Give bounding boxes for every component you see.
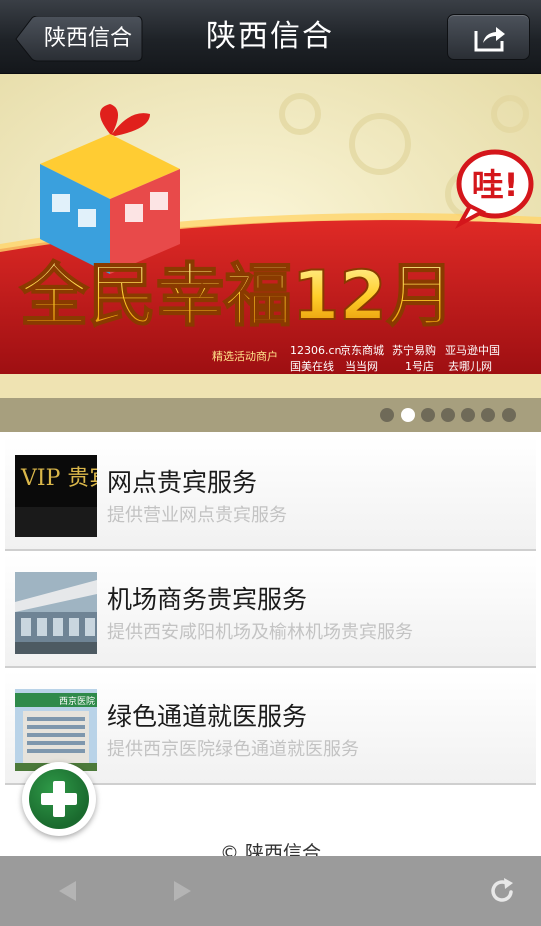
item-title: 网点贵宾服务	[107, 468, 258, 497]
merchant-item: 当当网	[345, 359, 378, 373]
add-button[interactable]	[22, 762, 96, 836]
add-button-fill	[29, 769, 89, 829]
pager-dot[interactable]	[421, 408, 435, 422]
merchant-item: 1号店	[405, 359, 434, 373]
list-item[interactable]: VIP 贵宾卡 网点贵宾服务 提供营业网点贵宾服务	[5, 437, 536, 551]
refresh-icon[interactable]	[489, 877, 517, 905]
page-title: 陕西信合	[206, 19, 334, 54]
share-button[interactable]	[447, 14, 530, 60]
pager-dot[interactable]	[441, 408, 455, 422]
merchant-item: 京东商城	[340, 343, 384, 357]
hospital-thumbnail: 西京医院	[15, 689, 97, 771]
exclaim-text: 哇!	[472, 166, 519, 204]
merchant-item: 亚马逊中国	[445, 344, 500, 357]
pager-dot-active[interactable]	[401, 408, 415, 422]
thumb-text: 西京医院	[59, 695, 95, 707]
item-subtitle: 提供营业网点贵宾服务	[107, 505, 287, 526]
pager-dot[interactable]	[481, 408, 495, 422]
copyright-text: © 陕西信合	[219, 842, 322, 856]
item-title: 绿色通道就医服务	[107, 702, 308, 731]
list-item[interactable]: 西京医院 绿色通道就医服务 提供西京医院绿色通道就医服务	[5, 671, 536, 785]
share-icon	[474, 27, 505, 52]
promo-banner[interactable]: 哇! 全民幸福12月 精选活动商户 12306.cn 京东商城 苏宁易购 亚马逊…	[0, 74, 541, 432]
banner-pager	[0, 398, 541, 432]
back-arrow-icon[interactable]	[56, 879, 78, 903]
item-subtitle: 提供西安咸阳机场及榆林机场贵宾服务	[107, 622, 413, 643]
item-subtitle: 提供西京医院绿色通道就医服务	[107, 739, 359, 760]
app-header: 陕西信合 陕西信合	[0, 0, 541, 74]
pager-dot[interactable]	[461, 408, 475, 422]
thumb-text: VIP 贵宾卡	[20, 466, 97, 491]
pager-dot[interactable]	[380, 408, 394, 422]
back-button-label: 陕西信合	[44, 26, 133, 51]
merchant-item: 去哪儿网	[448, 360, 492, 373]
vip-card-thumbnail: VIP 贵宾卡	[15, 455, 97, 537]
pager-dot[interactable]	[502, 408, 516, 422]
back-button[interactable]: 陕西信合	[14, 16, 143, 62]
merchant-item: 国美在线	[290, 359, 334, 373]
browser-toolbar	[0, 856, 541, 926]
banner-headline: 全民幸福12月	[19, 257, 455, 336]
item-title: 机场商务贵宾服务	[107, 585, 308, 614]
banner-artwork: 哇! 全民幸福12月 精选活动商户 12306.cn 京东商城 苏宁易购 亚马逊…	[0, 74, 541, 432]
forward-arrow-icon[interactable]	[172, 879, 194, 903]
merchant-item: 苏宁易购	[392, 343, 436, 357]
plus-icon	[41, 781, 77, 817]
airport-thumbnail	[15, 572, 97, 654]
merchant-item: 12306.cn	[290, 344, 342, 357]
banner-tagline: 精选活动商户	[212, 349, 278, 363]
list-item[interactable]: 机场商务贵宾服务 提供西安咸阳机场及榆林机场贵宾服务	[5, 554, 536, 668]
